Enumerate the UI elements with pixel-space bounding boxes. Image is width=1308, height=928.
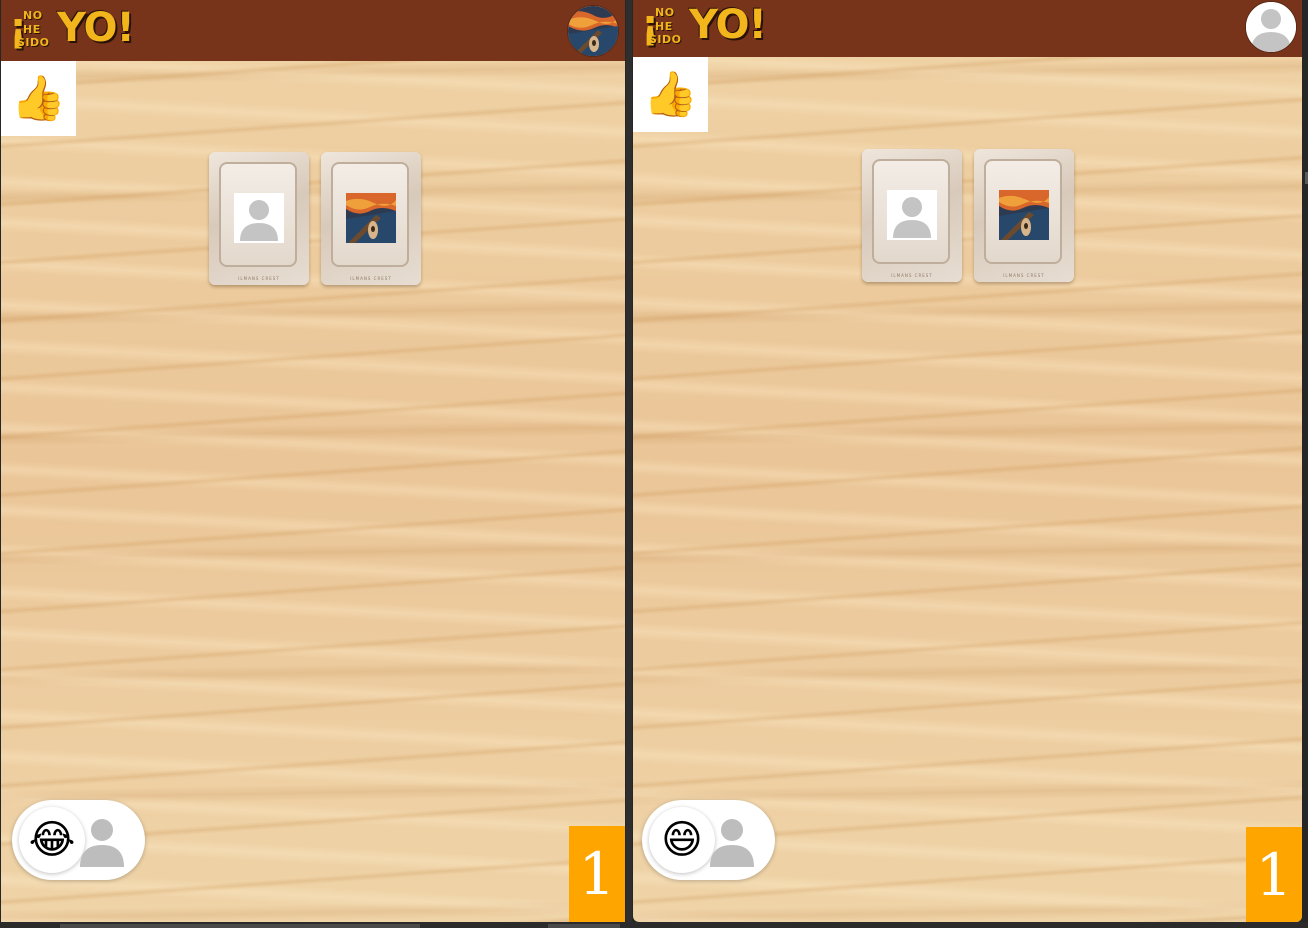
card-scream[interactable]: ILMANS CREST	[321, 152, 421, 285]
top-bar: ¡ NO HE SIDO YO!	[1, 0, 625, 61]
card-image	[234, 193, 284, 243]
round-counter: 1	[1246, 827, 1302, 922]
logo-word-sido: SIDO	[649, 33, 682, 46]
person-placeholder-icon	[887, 190, 937, 240]
thumbs-up-icon: 👍	[643, 68, 698, 120]
profile-avatar-button[interactable]	[567, 5, 619, 57]
played-cards: ILMANS CREST ILMANS CREST	[862, 149, 1074, 282]
logo-word-yo: YO!	[689, 2, 767, 48]
logo-word-he: HE	[655, 20, 673, 33]
app-logo[interactable]: ¡ NO HE SIDO YO!	[9, 6, 135, 52]
like-button[interactable]: 👍	[1, 61, 76, 136]
app-logo[interactable]: ¡ NO HE SIDO YO!	[641, 3, 767, 49]
card-caption: ILMANS CREST	[891, 273, 933, 278]
reaction-pill[interactable]: 😄	[642, 800, 775, 880]
scream-painting-avatar	[568, 6, 618, 56]
like-button[interactable]: 👍	[633, 57, 708, 132]
played-cards: ILMANS CREST ILMANS CREST	[209, 152, 421, 285]
round-counter: 1	[569, 826, 625, 922]
logo-word-sido: SIDO	[17, 36, 50, 49]
laughing-tears-emoji-icon: 😂	[28, 817, 76, 863]
logo-word-no: NO	[23, 9, 43, 22]
scream-painting-thumbnail	[999, 190, 1049, 240]
card-scream[interactable]: ILMANS CREST	[974, 149, 1074, 282]
game-view-left: ¡ NO HE SIDO YO! 👍 ILMANS CREST ILMANS C…	[1, 0, 625, 922]
app-stage: ¡ NO HE SIDO YO! 👍 ILMANS CREST ILMANS C…	[0, 0, 1308, 928]
card-image	[346, 193, 396, 243]
person-placeholder-icon	[710, 819, 754, 867]
top-bar: ¡ NO HE SIDO YO!	[633, 0, 1302, 57]
scream-painting-thumbnail	[346, 193, 396, 243]
game-view-right: ¡ NO HE SIDO YO! 👍 ILMANS CREST ILMANS C…	[633, 0, 1302, 922]
card-person[interactable]: ILMANS CREST	[209, 152, 309, 285]
logo-word-yo: YO!	[57, 5, 135, 51]
grinning-face-emoji-icon: 😄	[661, 817, 703, 863]
reaction-pill[interactable]: 😂	[12, 800, 145, 880]
card-person[interactable]: ILMANS CREST	[862, 149, 962, 282]
view-divider	[626, 0, 632, 928]
person-placeholder-icon	[80, 819, 124, 867]
card-caption: ILMANS CREST	[238, 276, 280, 281]
card-image	[999, 190, 1049, 240]
card-caption: ILMANS CREST	[1003, 273, 1045, 278]
logo-word-he: HE	[23, 23, 41, 36]
horizontal-scrollbar-thumb[interactable]	[548, 924, 620, 928]
person-placeholder-icon	[1246, 2, 1296, 52]
horizontal-scrollbar[interactable]	[60, 924, 420, 928]
person-placeholder-icon	[234, 193, 284, 243]
thumbs-up-icon: 👍	[11, 72, 66, 124]
card-caption: ILMANS CREST	[350, 276, 392, 281]
logo-word-no: NO	[655, 6, 675, 19]
card-image	[887, 190, 937, 240]
profile-avatar-button[interactable]	[1245, 1, 1297, 53]
bottom-strip	[0, 922, 1308, 928]
